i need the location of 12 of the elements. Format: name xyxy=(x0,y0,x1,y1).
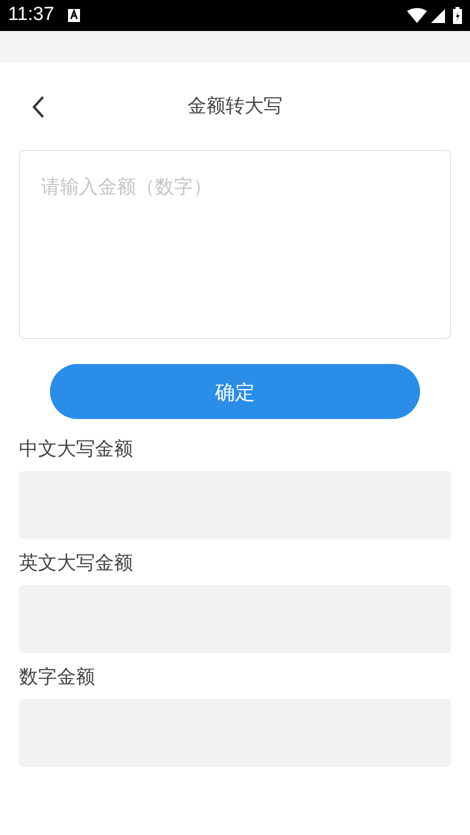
amount-input-field[interactable]: 请输入金额（数字） xyxy=(19,150,451,339)
status-time: 11:37 xyxy=(8,3,54,28)
signal-icon xyxy=(431,8,445,22)
result-label: 中文大写金额 xyxy=(19,437,134,461)
notification-icon xyxy=(68,9,80,22)
wifi-icon xyxy=(407,8,427,23)
back-icon[interactable] xyxy=(31,94,45,118)
result-label: 英文大写金额 xyxy=(19,551,134,575)
confirm-button[interactable]: 确定 xyxy=(50,364,420,419)
battery-icon xyxy=(453,7,462,24)
result-label: 数字金额 xyxy=(19,665,96,689)
page-title: 金额转大写 xyxy=(188,94,282,120)
